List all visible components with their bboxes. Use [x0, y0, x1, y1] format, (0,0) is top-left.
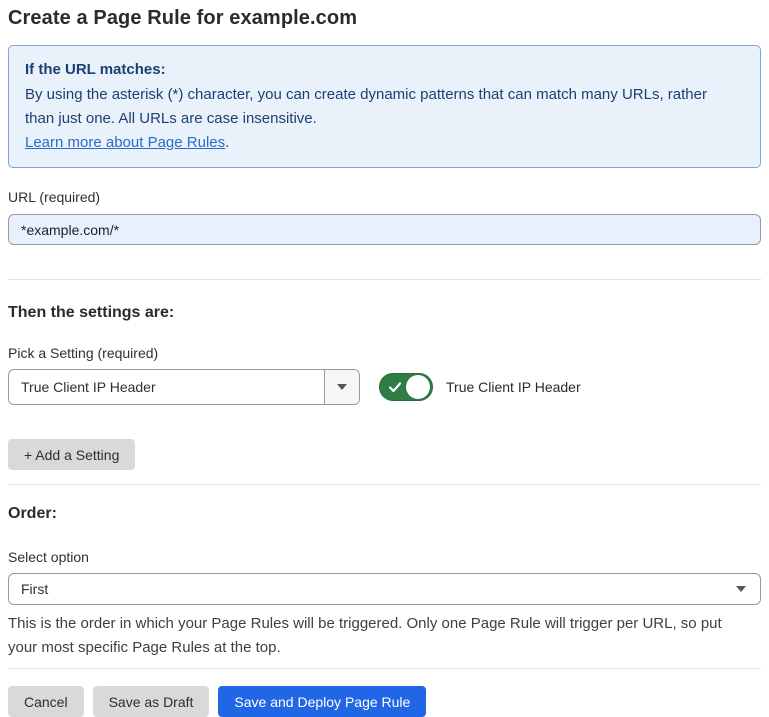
link-period: . — [225, 134, 229, 151]
setting-row: True Client IP Header True Client IP Hea… — [8, 369, 761, 405]
url-input[interactable] — [8, 214, 761, 245]
form-actions: Cancel Save as Draft Save and Deploy Pag… — [8, 686, 761, 717]
info-box-body: By using the asterisk (*) character, you… — [25, 83, 735, 131]
save-and-deploy-button[interactable]: Save and Deploy Page Rule — [218, 686, 426, 717]
setting-select[interactable]: True Client IP Header — [8, 369, 360, 405]
toggle-knob — [406, 375, 430, 399]
setting-select-value: True Client IP Header — [9, 370, 324, 404]
chevron-down-icon — [337, 384, 347, 390]
settings-section-heading: Then the settings are: — [8, 304, 761, 322]
chevron-down-icon — [736, 586, 746, 592]
setting-select-arrow-button[interactable] — [324, 370, 359, 404]
order-select-value: First — [21, 581, 736, 597]
order-section-heading: Order: — [8, 505, 761, 523]
check-icon — [388, 380, 402, 394]
cancel-button[interactable]: Cancel — [8, 686, 84, 717]
true-client-ip-toggle[interactable] — [379, 373, 433, 401]
toggle-label: True Client IP Header — [446, 379, 581, 395]
info-box-link-line: Learn more about Page Rules. — [25, 131, 744, 155]
url-field-label: URL (required) — [8, 189, 761, 206]
section-divider — [8, 484, 761, 485]
section-divider — [8, 279, 761, 280]
save-as-draft-button[interactable]: Save as Draft — [93, 686, 210, 717]
order-select[interactable]: First — [8, 573, 761, 605]
order-help-text: This is the order in which your Page Rul… — [8, 612, 748, 660]
order-select-label: Select option — [8, 549, 761, 566]
info-box-heading: If the URL matches: — [25, 59, 744, 81]
url-match-info-box: If the URL matches: By using the asteris… — [8, 45, 761, 168]
pick-setting-label: Pick a Setting (required) — [8, 345, 761, 362]
create-page-rule-form: Create a Page Rule for example.com If th… — [0, 0, 769, 717]
add-setting-button[interactable]: + Add a Setting — [8, 439, 135, 470]
footer-divider — [8, 668, 761, 669]
learn-more-link[interactable]: Learn more about Page Rules — [25, 134, 225, 151]
page-title: Create a Page Rule for example.com — [8, 5, 761, 30]
